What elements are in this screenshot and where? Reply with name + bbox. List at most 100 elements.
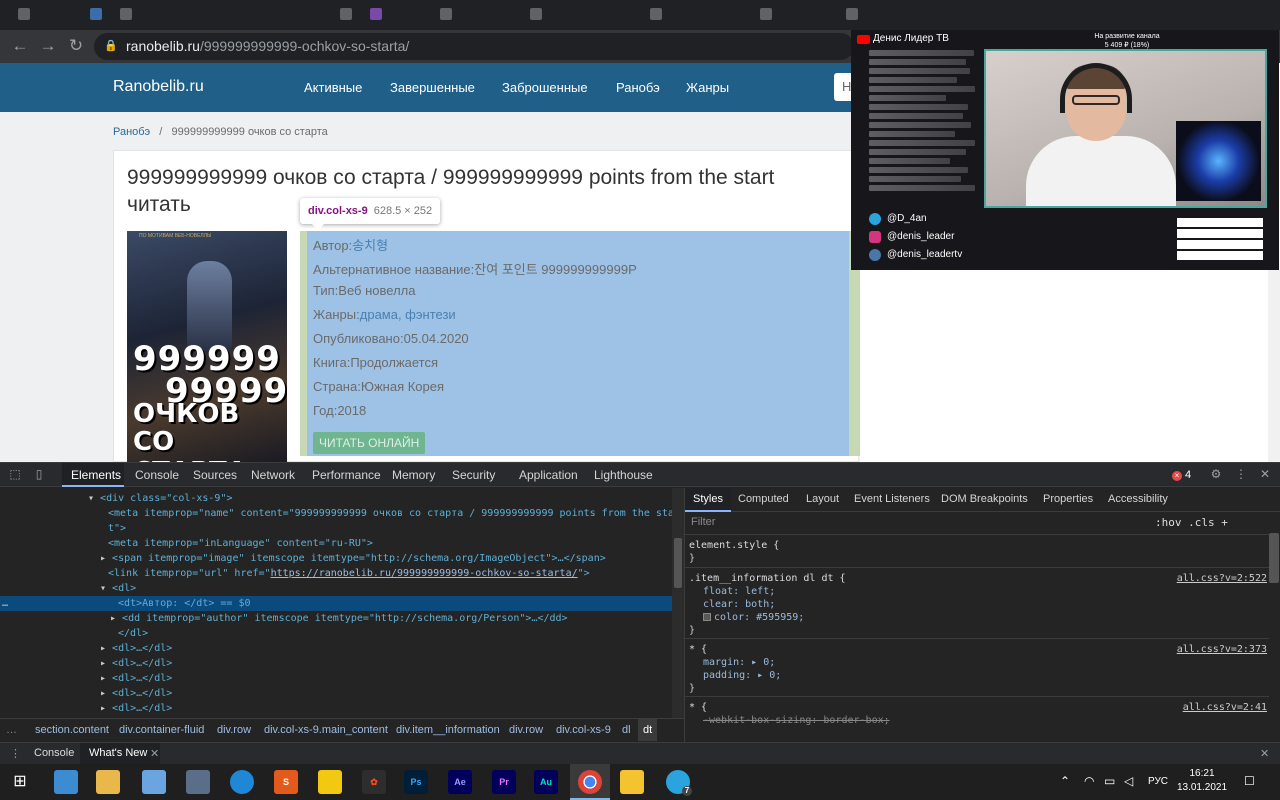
css-rule[interactable]: .item__information dl dt { all.css?v=2:5… — [685, 567, 1269, 637]
tab-layout[interactable]: Layout — [806, 493, 839, 505]
styles-filter-input[interactable]: Filter — [691, 516, 715, 528]
tab-favicon[interactable] — [650, 8, 662, 20]
dom-node[interactable]: </dl> — [118, 626, 148, 641]
notifications-icon[interactable]: ☐ — [1244, 774, 1255, 788]
tab-favicon[interactable] — [340, 8, 352, 20]
dom-node[interactable]: ▸ <dl>…</dl> — [100, 701, 172, 716]
breadcrumb-root[interactable]: Ранобэ — [113, 126, 150, 138]
dom-node[interactable]: ▸ <dl>…</dl> — [100, 656, 172, 671]
premiere-icon[interactable]: Pr — [492, 770, 516, 794]
dom-node[interactable]: ▸ <dl>…</dl> — [100, 686, 172, 701]
forward-arrow-icon[interactable]: → — [38, 36, 58, 56]
error-counter[interactable]: × 4 — [1172, 469, 1191, 481]
dom-tree-scrollbar[interactable] — [672, 488, 684, 718]
tab-favicon[interactable] — [846, 8, 858, 20]
crumb-item[interactable]: section.content — [35, 719, 109, 741]
app-icon[interactable] — [54, 770, 78, 794]
tab-event-listeners[interactable]: Event Listeners — [854, 493, 930, 505]
tab-properties[interactable]: Properties — [1043, 493, 1093, 505]
info-value[interactable]: 송치형 — [352, 238, 388, 253]
tab-favicon[interactable] — [18, 8, 30, 20]
settings-gear-icon[interactable]: ⚙ — [1209, 467, 1223, 481]
crumb-item[interactable]: dl — [622, 719, 631, 741]
reload-icon[interactable]: ↻ — [66, 36, 86, 56]
tab-memory[interactable]: Memory — [392, 468, 435, 482]
css-rule-element-style[interactable]: element.style { } — [685, 534, 1269, 566]
styles-filter-controls[interactable]: :hov .cls + — [1155, 516, 1228, 529]
chrome-icon[interactable] — [578, 770, 602, 794]
tab-favicon[interactable] — [530, 8, 542, 20]
dom-node[interactable]: <meta itemprop="inLanguage" content="ru-… — [108, 536, 373, 551]
styles-scrollbar-thumb[interactable] — [1269, 533, 1279, 583]
dom-node[interactable]: ▸ <dl>…</dl> — [100, 641, 172, 656]
page-scrollbar[interactable] — [1268, 270, 1280, 462]
css-source-link[interactable]: all.css?v=2:41 — [1183, 701, 1267, 714]
inspect-element-icon[interactable]: ⬚ — [8, 467, 22, 481]
nav-link-ranobe[interactable]: Ранобэ — [616, 80, 660, 95]
more-options-icon[interactable]: ⋮ — [1234, 467, 1248, 481]
tab-security[interactable]: Security — [452, 468, 495, 482]
tab-favicon[interactable] — [440, 8, 452, 20]
tab-application[interactable]: Application — [519, 468, 578, 482]
audition-icon[interactable]: Au — [534, 770, 558, 794]
dom-node[interactable]: ▾ <div class="col-xs-9"> — [88, 491, 233, 506]
drawer-tab-console[interactable]: Console — [34, 747, 74, 759]
device-toolbar-icon[interactable]: ▯ — [32, 467, 46, 481]
dom-node-selected[interactable]: … <dt>Автор: </dt> == $0 — [0, 596, 672, 611]
css-source-link[interactable]: all.css?v=2:373 — [1177, 643, 1267, 656]
cover-image[interactable]: ПО МОТИВАМ ВЕБ-НОВЕЛЛЫ 999999 999999 ОЧК… — [127, 231, 287, 463]
tab-performance[interactable]: Performance — [312, 468, 381, 482]
chevron-up-icon[interactable]: ⌃ — [1060, 774, 1070, 788]
tab-dom-breakpoints[interactable]: DOM Breakpoints — [941, 493, 1028, 505]
css-rule[interactable]: * { all.css?v=2:41 -webkit-box-sizing: b… — [685, 696, 1269, 742]
nav-link-completed[interactable]: Завершенные — [390, 80, 475, 95]
dom-url-link[interactable]: https://ranobelib.ru/999999999999-ochkov… — [271, 568, 578, 579]
app-icon[interactable] — [620, 770, 644, 794]
file-explorer-icon[interactable] — [96, 770, 120, 794]
color-swatch[interactable] — [703, 613, 711, 621]
read-online-button[interactable]: ЧИТАТЬ ОНЛАЙН — [313, 432, 426, 454]
tab-favicon[interactable] — [370, 8, 382, 20]
tab-computed[interactable]: Computed — [738, 493, 789, 505]
dom-node[interactable]: <meta itemprop="name" content="999999999… — [108, 506, 680, 521]
network-icon[interactable]: ◠ — [1084, 774, 1094, 788]
tab-network[interactable]: Network — [251, 468, 295, 482]
tab-lighthouse[interactable]: Lighthouse — [594, 468, 653, 482]
nav-link-abandoned[interactable]: Заброшенные — [502, 80, 588, 95]
crumb-ellipsis[interactable]: … — [6, 719, 17, 741]
figma-icon[interactable]: ✿ — [362, 770, 386, 794]
css-source-link[interactable]: all.css?v=2:522 — [1177, 572, 1267, 585]
scrollbar-thumb[interactable] — [674, 538, 682, 588]
css-rule[interactable]: * { all.css?v=2:373 margin: ▸ 0; padding… — [685, 638, 1269, 695]
dom-node[interactable]: ▾ <dl> — [100, 581, 136, 596]
close-icon[interactable]: ✕ — [1258, 467, 1272, 481]
nav-link-genres[interactable]: Жанры — [686, 80, 729, 95]
calculator-icon[interactable] — [186, 770, 210, 794]
volume-icon[interactable]: ◁ — [1124, 774, 1133, 788]
info-value[interactable]: драма, фэнтези — [360, 307, 456, 322]
power-bi-icon[interactable] — [318, 770, 342, 794]
close-icon[interactable]: ✕ — [1260, 747, 1269, 760]
crumb-item[interactable]: div.col-xs-9.main_content — [264, 719, 388, 741]
app-icon[interactable] — [142, 770, 166, 794]
windows-start-icon[interactable]: ⊞ — [8, 770, 32, 794]
language-indicator[interactable]: РУС — [1148, 776, 1168, 787]
sublime-text-icon[interactable]: S — [274, 770, 298, 794]
crumb-item[interactable]: div.row — [217, 719, 251, 741]
close-icon[interactable]: ✕ — [150, 747, 159, 760]
crumb-item[interactable]: div.col-xs-9 — [556, 719, 611, 741]
tab-favicon[interactable] — [90, 8, 102, 20]
tab-accessibility[interactable]: Accessibility — [1108, 493, 1168, 505]
after-effects-icon[interactable]: Ae — [448, 770, 472, 794]
dom-node[interactable]: <link itemprop="url" href="https://ranob… — [108, 566, 590, 581]
drawer-tab-whats-new[interactable]: What's New — [89, 747, 147, 759]
edge-icon[interactable] — [230, 770, 254, 794]
back-arrow-icon[interactable]: ← — [10, 36, 30, 56]
tab-styles[interactable]: Styles — [693, 493, 723, 505]
dom-node[interactable]: ▸ <dd itemprop="author" itemscope itemty… — [110, 611, 568, 626]
tab-elements[interactable]: Elements — [71, 468, 121, 482]
crumb-item[interactable]: div.container-fluid — [119, 719, 204, 741]
tab-sources[interactable]: Sources — [193, 468, 237, 482]
drawer-menu-icon[interactable]: ⋮ — [10, 747, 21, 760]
tab-favicon[interactable] — [760, 8, 772, 20]
